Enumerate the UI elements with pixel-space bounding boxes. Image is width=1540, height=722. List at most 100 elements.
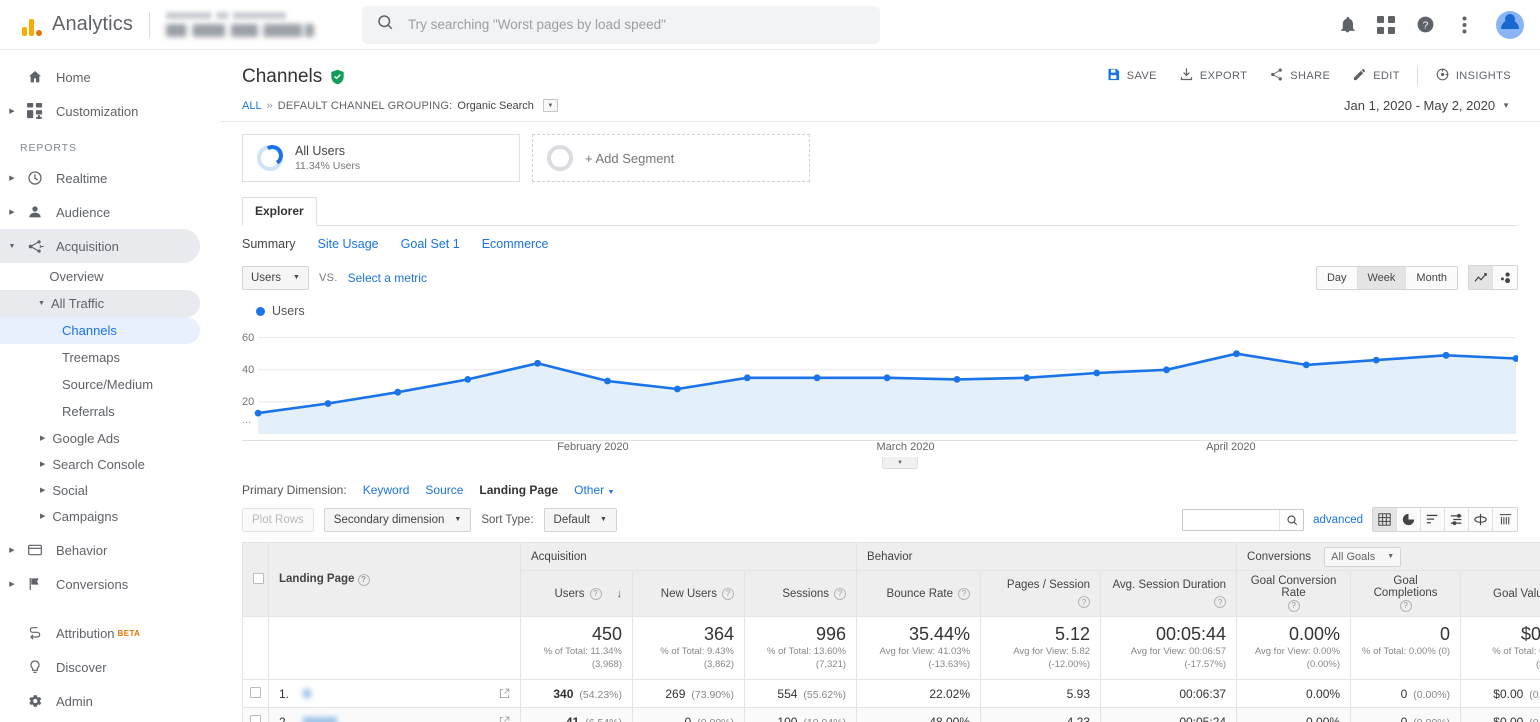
line-chart-icon[interactable] [1469,266,1493,289]
all-goals-select[interactable]: All Goals ▼ [1324,547,1401,567]
col-goal-value[interactable]: Goal Value ? [1461,571,1540,617]
pie-view-icon[interactable] [1397,508,1421,531]
apps-grid-icon[interactable] [1375,14,1397,36]
sidebar-item-conversions[interactable]: ▶ Conversions [0,567,200,601]
avatar[interactable] [1496,11,1524,39]
sidebar-item-social[interactable]: ▶ Social [0,477,220,503]
row-dimension-cell[interactable]: 1. [269,680,521,708]
sidebar-item-google-ads[interactable]: ▶ Google Ads [0,425,220,451]
table-search-icon[interactable] [1279,510,1303,530]
kebab-menu-icon[interactable] [1453,14,1475,36]
export-button[interactable]: EXPORT [1168,67,1258,85]
sidebar-item-behavior[interactable]: ▶ Behavior [0,533,200,567]
table-search[interactable] [1182,509,1304,531]
sidebar-item-referrals[interactable]: Referrals [0,398,200,425]
granularity-week[interactable]: Week [1358,267,1407,289]
account-property-selector[interactable] [166,8,314,42]
help-icon[interactable]: ? [1078,596,1090,608]
col-goal-conversion-rate[interactable]: Goal Conversion Rate ? [1237,571,1351,617]
landing-page-link-redacted[interactable] [303,717,337,722]
share-button[interactable]: SHARE [1258,67,1341,85]
col-goal-completions[interactable]: Goal Completions ? [1351,571,1461,617]
save-button[interactable]: SAVE [1095,67,1168,85]
breadcrumb-all[interactable]: ALL [242,100,262,112]
col-bounce-rate[interactable]: Bounce Rate ? [857,571,981,617]
performance-view-icon[interactable] [1421,508,1445,531]
sidebar-item-channels[interactable]: Channels [0,317,200,344]
sidebar-item-home[interactable]: Home [0,60,200,94]
open-in-new-icon[interactable] [499,688,510,699]
add-segment-button[interactable]: + Add Segment [532,134,810,182]
select-all-checkbox[interactable] [253,573,264,584]
help-icon[interactable]: ? [358,574,370,586]
chart-expand-handle[interactable]: ▼ [882,457,918,469]
dimension-header[interactable]: Landing Page ? [269,543,521,617]
subtab-summary[interactable]: Summary [242,237,295,251]
row-checkbox-cell[interactable] [243,680,269,708]
sidebar-item-discover[interactable]: Discover [0,650,200,684]
segment-all-users[interactable]: All Users 11.34% Users [242,134,520,182]
subtab-site-usage[interactable]: Site Usage [317,237,378,251]
granularity-month[interactable]: Month [1406,267,1457,289]
sidebar-item-audience[interactable]: ▶ Audience [0,195,200,229]
col-users[interactable]: Users ? ↓ [521,571,633,617]
table-view-icon[interactable] [1373,508,1397,531]
breadcrumb-dropdown-icon[interactable]: ▼ [543,99,558,112]
pivot-view-icon[interactable] [1469,508,1493,531]
open-in-new-icon[interactable] [499,716,510,722]
term-cloud-view-icon[interactable] [1493,508,1517,531]
help-icon[interactable]: ? [958,588,970,600]
plot-rows-button[interactable]: Plot Rows [242,508,314,532]
secondary-dimension-button[interactable]: Secondary dimension ▼ [324,508,472,532]
col-pages-session[interactable]: Pages / Session ? [981,571,1101,617]
edit-button[interactable]: EDIT [1341,67,1411,85]
table-row[interactable]: 2.41(6.54%)0(0.00%)100(10.04%)48.00%4.23… [243,708,1540,722]
row-checkbox-cell[interactable] [243,708,269,722]
sidebar-item-search-console[interactable]: ▶ Search Console [0,451,220,477]
sidebar-item-source-medium[interactable]: Source/Medium [0,371,200,398]
sidebar-item-campaigns[interactable]: ▶ Campaigns [0,503,220,529]
select-a-metric-link[interactable]: Select a metric [348,271,427,285]
subtab-ecommerce[interactable]: Ecommerce [482,237,549,251]
metric-select[interactable]: Users ▼ [242,266,309,290]
advanced-link[interactable]: advanced [1313,514,1363,526]
primary-dimension-landing-page[interactable]: Landing Page [479,483,558,497]
sidebar-item-treemaps[interactable]: Treemaps [0,344,200,371]
primary-dimension-source[interactable]: Source [425,483,463,497]
help-icon[interactable]: ? [1400,600,1412,612]
sidebar-item-customization[interactable]: ▶ Customization [0,94,200,128]
primary-dimension-keyword[interactable]: Keyword [363,483,410,497]
date-range-picker[interactable]: Jan 1, 2020 - May 2, 2020 ▼ [1344,98,1518,113]
col-sessions[interactable]: Sessions ? [745,571,857,617]
help-icon[interactable]: ? [1414,14,1436,36]
help-icon[interactable]: ? [722,588,734,600]
landing-page-link-redacted[interactable] [303,689,311,698]
motion-chart-icon[interactable] [1493,266,1517,289]
row-checkbox[interactable] [250,687,261,698]
help-icon[interactable]: ? [834,588,846,600]
search-input[interactable] [408,17,866,32]
help-icon[interactable]: ? [1214,596,1226,608]
sort-type-select[interactable]: Default ▼ [544,508,617,532]
sidebar-item-overview[interactable]: ▶ Overview [0,263,200,290]
col-new-users[interactable]: New Users ? [633,571,745,617]
comparison-view-icon[interactable] [1445,508,1469,531]
table-row[interactable]: 1.340(54.23%)269(73.90%)554(55.62%)22.02… [243,680,1540,708]
global-search[interactable] [362,6,880,44]
sidebar-item-all-traffic[interactable]: ▼ All Traffic [0,290,200,317]
row-dimension-cell[interactable]: 2. [269,708,521,722]
sidebar-item-admin[interactable]: Admin [0,684,200,718]
users-line-chart[interactable]: 204060 ... [242,322,1518,440]
col-avg-session-duration[interactable]: Avg. Session Duration ? [1101,571,1237,617]
subtab-goal-set-1[interactable]: Goal Set 1 [401,237,460,251]
table-search-input[interactable] [1183,510,1279,530]
sidebar-item-acquisition[interactable]: ▼ Acquisition [0,229,200,263]
primary-dimension-other[interactable]: Other ▼ [574,483,614,497]
help-icon[interactable]: ? [1288,600,1300,612]
bell-icon[interactable] [1336,14,1358,36]
sidebar-item-realtime[interactable]: ▶ Realtime [0,161,200,195]
sidebar-item-attribution[interactable]: Attribution BETA [0,616,200,650]
help-icon[interactable]: ? [590,588,602,600]
row-checkbox[interactable] [250,715,261,722]
granularity-day[interactable]: Day [1317,267,1358,289]
